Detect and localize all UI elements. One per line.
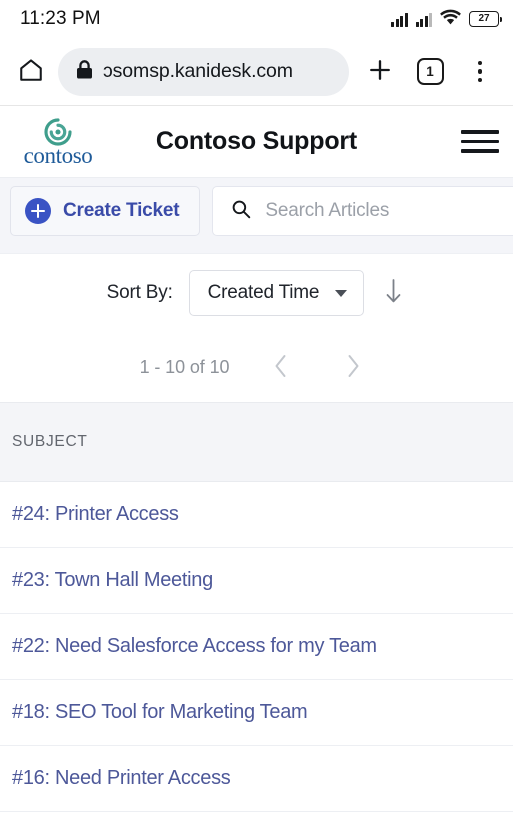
table-row[interactable]: #23: Town Hall Meeting — [0, 548, 513, 614]
sort-by-label: Sort By: — [106, 282, 173, 303]
table-row[interactable]: #22: Need Salesforce Access for my Team — [0, 614, 513, 680]
lock-icon — [76, 59, 93, 84]
create-ticket-button[interactable]: Create Ticket — [10, 186, 201, 236]
tab-count-badge: 1 — [416, 58, 444, 85]
new-tab-button[interactable] — [357, 49, 403, 95]
brand-logo[interactable]: contoso — [12, 117, 104, 167]
status-bar-icons: 27 — [391, 9, 502, 30]
toolbar-divider — [0, 244, 513, 254]
three-dot-menu-icon — [477, 60, 483, 83]
column-header-subject: SUBJECT — [12, 433, 88, 450]
chevron-right-icon — [342, 352, 364, 383]
android-status-bar: 11:23 PM 27 — [0, 0, 513, 38]
brand-name: contoso — [23, 142, 93, 168]
home-button[interactable] — [8, 49, 54, 95]
sort-controls: Sort By: Created Time — [0, 254, 513, 332]
hamburger-menu-icon[interactable] — [461, 123, 499, 161]
search-articles-box[interactable] — [212, 186, 513, 236]
browser-menu-button[interactable] — [457, 49, 503, 95]
search-input[interactable] — [265, 200, 513, 222]
signal-bars-icon — [391, 12, 408, 27]
ticket-subject-link[interactable]: #22: Need Salesforce Access for my Team — [12, 635, 377, 658]
table-row[interactable]: #16: Need Printer Access — [0, 746, 513, 812]
action-toolbar: Create Ticket — [0, 178, 513, 244]
ticket-subject-link[interactable]: #16: Need Printer Access — [12, 767, 231, 790]
home-icon — [18, 57, 44, 86]
tab-switcher-button[interactable]: 1 — [407, 49, 453, 95]
sort-by-value: Created Time — [207, 282, 320, 303]
url-bar[interactable]: ɔsomsp.kanidesk.com — [58, 47, 349, 96]
ticket-subject-link[interactable]: #24: Printer Access — [12, 503, 179, 526]
status-bar-clock: 11:23 PM — [20, 8, 101, 29]
ticket-subject-link[interactable]: #18: SEO Tool for Marketing Team — [12, 701, 308, 724]
plus-circle-icon — [25, 198, 51, 224]
previous-page-button[interactable] — [261, 347, 301, 387]
wifi-icon — [440, 9, 461, 30]
site-header: contoso Contoso Support — [0, 106, 513, 178]
pagination: 1 - 10 of 10 — [0, 332, 513, 402]
spiral-logo-icon — [43, 117, 73, 147]
sort-direction-button[interactable] — [380, 276, 406, 310]
plus-icon — [366, 56, 394, 87]
browser-toolbar: ɔsomsp.kanidesk.com 1 — [0, 38, 513, 106]
create-ticket-label: Create Ticket — [63, 200, 180, 221]
chevron-left-icon — [270, 352, 292, 383]
url-text: ɔsomsp.kanidesk.com — [103, 60, 293, 82]
ticket-subject-link[interactable]: #23: Town Hall Meeting — [12, 569, 213, 592]
table-row[interactable]: #18: SEO Tool for Marketing Team — [0, 680, 513, 746]
signal-bars-icon — [415, 12, 432, 27]
chevron-down-icon — [335, 289, 348, 297]
pagination-range: 1 - 10 of 10 — [139, 356, 230, 377]
table-header: SUBJECT — [0, 402, 513, 482]
ticket-list: #24: Printer Access #23: Town Hall Meeti… — [0, 482, 513, 812]
battery-icon: 27 — [469, 11, 502, 27]
sort-by-dropdown[interactable]: Created Time — [188, 270, 365, 316]
search-icon — [231, 199, 251, 224]
next-page-button[interactable] — [333, 347, 373, 387]
arrow-down-icon — [385, 278, 402, 309]
table-row[interactable]: #24: Printer Access — [0, 482, 513, 548]
